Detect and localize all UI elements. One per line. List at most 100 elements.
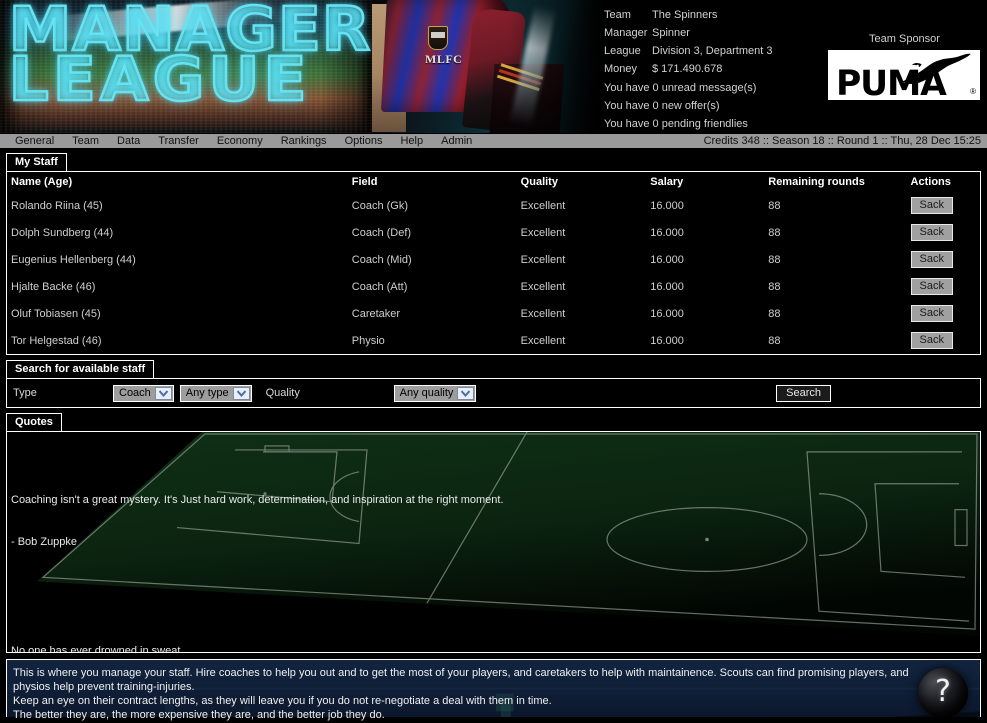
table-row: Hjalte Backe (46) Coach (Att) Excellent … <box>7 273 980 300</box>
cell-quality: Excellent <box>520 199 566 212</box>
cell-name: Hjalte Backe (46) <box>11 280 96 293</box>
notice-new-offers[interactable]: You have 0 new offer(s) <box>604 100 720 112</box>
nav-item-options[interactable]: Options <box>336 134 392 149</box>
site-logo[interactable]: MANAGER LEAGUE <box>0 0 372 133</box>
nav-item-transfer[interactable]: Transfer <box>149 134 208 149</box>
cell-quality: Excellent <box>520 226 566 239</box>
nav-item-admin[interactable]: Admin <box>432 134 481 149</box>
quote-author: - Bob Zuppke <box>11 536 78 548</box>
tab-search-available-staff[interactable]: Search for available staff <box>6 360 155 378</box>
cell-field: Physio <box>351 334 385 347</box>
notice-unread-messages[interactable]: You have 0 unread message(s) <box>604 82 756 94</box>
cell-rounds: 88 <box>768 280 781 293</box>
cell-salary: 16.000 <box>650 280 684 293</box>
header-info: Team The Spinners Manager Spinner League Di… <box>600 0 987 133</box>
info-label-team: Team <box>604 9 631 21</box>
quotes-tabbar: Quotes <box>6 412 987 431</box>
help-info-panel: This is where you manage your staff. Hir… <box>6 659 981 723</box>
chevron-down-icon <box>457 386 475 400</box>
cell-actions: Sack <box>910 246 980 273</box>
cell-actions: Sack <box>910 219 980 246</box>
info-value-team: The Spinners <box>652 9 718 21</box>
cell-name: Tor Helgestad (46) <box>11 334 102 347</box>
help-body-text: This is where you manage your staff. Hir… <box>13 667 909 721</box>
staff-tabbar: My Staff <box>6 152 987 171</box>
list-item: Coaching isn't a great mystery. It's Jus… <box>11 465 980 577</box>
nav-item-data[interactable]: Data <box>108 134 149 149</box>
col-header-rounds: Remaining rounds <box>768 176 865 188</box>
question-mark-glyph: ? <box>935 673 951 709</box>
select-staff-type[interactable]: Coach <box>113 384 174 402</box>
cell-rounds: 88 <box>768 307 781 320</box>
help-question-icon[interactable]: ? <box>918 668 968 718</box>
col-header-field: Field <box>351 176 378 188</box>
cell-quality: Excellent <box>520 334 566 347</box>
label-quality: Quality <box>265 387 300 399</box>
cell-actions: Sack <box>910 273 980 300</box>
select-staff-type-value: Coach <box>119 386 151 399</box>
col-header-quality: Quality <box>520 176 558 188</box>
select-quality[interactable]: Any quality <box>393 384 477 402</box>
jersey-club-initials: MLFC <box>425 52 463 66</box>
staff-panel: Name (Age) Field Quality Salary Remainin… <box>6 171 981 355</box>
tab-my-staff[interactable]: My Staff <box>6 153 67 171</box>
cell-rounds: 88 <box>768 199 781 212</box>
sponsor-registered-mark: ® <box>970 87 976 96</box>
sponsor-logo[interactable]: PUMA ® <box>828 50 980 100</box>
sack-button[interactable]: Sack <box>910 332 954 349</box>
chevron-down-icon <box>154 386 172 400</box>
quotes-list: Coaching isn't a great mystery. It's Jus… <box>7 432 980 653</box>
nav-items: General Team Data Transfer Economy Ranki… <box>0 134 481 149</box>
main-navigation: General Team Data Transfer Economy Ranki… <box>0 133 987 148</box>
cell-name: Rolando Riina (45) <box>11 199 103 212</box>
info-value-league: Division 3, Department 3 <box>652 45 773 57</box>
sack-button[interactable]: Sack <box>910 224 954 241</box>
cell-salary: 16.000 <box>650 226 684 239</box>
cell-salary: 16.000 <box>650 334 684 347</box>
cell-field: Coach (Gk) <box>351 199 409 212</box>
cell-salary: 16.000 <box>650 307 684 320</box>
tab-quotes[interactable]: Quotes <box>6 413 62 431</box>
app-root: MANAGER LEAGUE MLFC Team The Spinners Mana… <box>0 0 987 723</box>
info-label-money: Money <box>604 63 638 75</box>
page-content: My Staff Name (Age) Field Quality Salary… <box>0 152 987 723</box>
cell-field: Coach (Def) <box>351 226 412 239</box>
cell-name: Eugenius Hellenberg (44) <box>11 253 136 266</box>
search-tabbar: Search for available staff <box>6 359 987 378</box>
cell-salary: 16.000 <box>650 253 684 266</box>
cell-field: Caretaker <box>351 307 401 320</box>
cell-salary: 16.000 <box>650 199 684 212</box>
club-crest-icon <box>428 26 448 50</box>
quotes-panel: Coaching isn't a great mystery. It's Jus… <box>6 431 981 653</box>
cell-rounds: 88 <box>768 226 781 239</box>
cell-actions: Sack <box>910 192 980 219</box>
info-value-manager: Spinner <box>652 27 690 39</box>
select-staff-subtype[interactable]: Any type <box>179 384 252 402</box>
nav-item-rankings[interactable]: Rankings <box>272 134 336 149</box>
chevron-down-icon <box>232 386 250 400</box>
quote-text: No one has ever drowned in sweat. <box>11 645 184 653</box>
header-jersey-photo: MLFC <box>372 0 600 133</box>
nav-item-economy[interactable]: Economy <box>208 134 272 149</box>
sack-button[interactable]: Sack <box>910 197 954 214</box>
nav-item-team[interactable]: Team <box>63 134 108 149</box>
page-header: MANAGER LEAGUE MLFC Team The Spinners Mana… <box>0 0 987 133</box>
sack-button[interactable]: Sack <box>910 278 954 295</box>
staff-table-body: Rolando Riina (45) Coach (Gk) Excellent … <box>7 192 980 354</box>
info-label-league: League <box>604 45 641 57</box>
cell-rounds: 88 <box>768 334 781 347</box>
cell-rounds: 88 <box>768 253 781 266</box>
col-header-actions: Actions <box>910 176 951 188</box>
cell-actions: Sack <box>910 327 980 354</box>
nav-item-general[interactable]: General <box>6 134 63 149</box>
info-row-team: Team The Spinners <box>604 9 717 21</box>
staff-table: Name (Age) Field Quality Salary Remainin… <box>7 172 980 354</box>
select-quality-value: Any quality <box>399 386 454 399</box>
search-button[interactable]: Search <box>776 384 831 402</box>
table-row: Dolph Sundberg (44) Coach (Def) Excellen… <box>7 219 980 246</box>
nav-item-help[interactable]: Help <box>391 134 432 149</box>
notice-pending-friendlies[interactable]: You have 0 pending friendlies <box>604 118 748 130</box>
sack-button[interactable]: Sack <box>910 305 954 322</box>
sack-button[interactable]: Sack <box>910 251 954 268</box>
cell-field: Coach (Mid) <box>351 253 412 266</box>
